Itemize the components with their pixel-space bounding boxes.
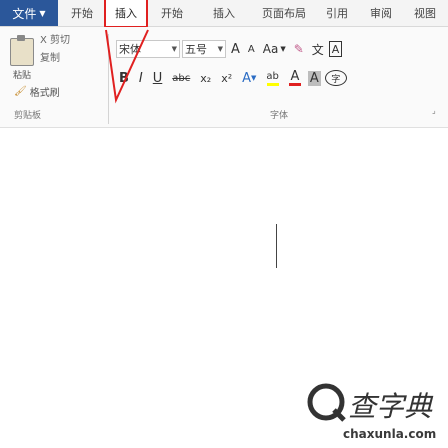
file-menu-button[interactable]: 文件 ▼ (0, 0, 58, 26)
superscript-button[interactable]: x² (218, 72, 235, 85)
format-painter-label: 格式刷 (29, 88, 60, 99)
format-painter-button[interactable]: 🖌 格式刷 (14, 84, 60, 99)
tab-label: 引用 (326, 7, 348, 20)
chevron-down-icon: ▼ (39, 8, 46, 18)
subscript-button[interactable]: x₂ (197, 72, 214, 85)
change-case-button[interactable]: Aa ▼ (260, 42, 289, 56)
tab-label: 视图 (414, 7, 436, 20)
watermark-q-icon: 查字典 (307, 383, 434, 423)
ribbon-tab-bar: 文件 ▼ 开始 插入 开始 插入 页面布局 引用 审阅 视图 (0, 0, 448, 28)
tab-highlighted[interactable]: 插入 (104, 0, 148, 28)
char-shading-button[interactable]: A (307, 70, 321, 86)
text-cursor (276, 224, 277, 268)
chevron-down-icon: ▼ (251, 74, 257, 82)
bold-button[interactable]: B (116, 71, 132, 86)
strikethrough-button[interactable]: abc (169, 73, 193, 84)
text-effects-label: A (242, 70, 252, 86)
tab-start[interactable]: 开始 (150, 0, 194, 26)
font-color-bar (288, 82, 301, 86)
font-group-label: 字体 (270, 111, 289, 121)
grow-font-button[interactable]: A (228, 42, 243, 57)
font-row-2: B I U abc x₂ x² A ▼ ab A A 字 (116, 70, 347, 86)
copy-button[interactable]: 复制 (40, 50, 70, 68)
font-size-value: 五号 (185, 43, 207, 56)
chevron-down-icon: ▼ (217, 45, 223, 53)
tab-label: 插入 (115, 7, 137, 20)
font-color-button[interactable]: A (286, 68, 304, 86)
file-tab-label: 文件 (12, 6, 37, 21)
tab-label: 页面布局 (262, 7, 306, 20)
tab-label: 开始 (71, 7, 93, 20)
chevron-down-icon: ▼ (280, 45, 286, 53)
italic-button[interactable]: I (136, 71, 146, 86)
tab-label: 插入 (213, 7, 235, 20)
tab-page-layout[interactable]: 页面布局 (254, 0, 314, 26)
chevron-down-icon: ▼ (171, 45, 177, 53)
tab-references[interactable]: 引用 (316, 0, 358, 26)
paste-label: 粘贴 (12, 71, 31, 81)
underline-button[interactable]: U (150, 71, 166, 86)
tab-label: 审阅 (370, 7, 392, 20)
font-dialog-launcher[interactable]: ⌟ (432, 106, 436, 115)
clear-format-button[interactable]: ✎ (291, 42, 307, 56)
clipboard-group-label: 剪贴板 (14, 111, 42, 121)
enclose-char-button[interactable]: 字 (324, 70, 347, 86)
tab-label: 开始 (161, 7, 183, 20)
tab-insert[interactable]: 插入 (196, 0, 252, 26)
font-name-select[interactable]: 宋体 ▼ (116, 40, 180, 58)
font-color-label: A (290, 68, 300, 84)
highlight-color-bar (266, 82, 279, 86)
tab-view[interactable]: 视图 (404, 0, 446, 26)
tab-start-left[interactable]: 开始 (62, 0, 102, 26)
paste-button[interactable]: 粘贴 (2, 35, 42, 88)
change-case-label: Aa (262, 42, 279, 56)
text-effects-button[interactable]: A ▼ (239, 71, 259, 86)
font-row-1: 宋体 ▼ 五号 ▼ A A Aa ▼ ✎ 文 A (116, 40, 343, 58)
char-border-button[interactable]: A (328, 41, 343, 57)
watermark-logo: 查字典 (306, 378, 446, 432)
paintbrush-icon: 🖌 (14, 86, 27, 97)
highlight-color-button[interactable]: ab (263, 71, 281, 86)
group-divider (108, 34, 109, 124)
cut-button[interactable]: X 剪切 (40, 32, 70, 50)
font-size-select[interactable]: 五号 ▼ (182, 40, 226, 58)
watermark-domain: chaxunla.com (343, 427, 437, 441)
font-name-value: 宋体 (119, 43, 141, 56)
tab-review[interactable]: 审阅 (360, 0, 402, 26)
clipboard-small-tools: X 剪切 复制 (40, 32, 70, 68)
shrink-font-button[interactable]: A (245, 44, 258, 55)
watermark-chars: 查字典 (348, 390, 434, 423)
phonetic-guide-button[interactable]: 文 (309, 41, 327, 58)
clipboard-icon (10, 35, 34, 66)
highlighter-icon: ab (266, 70, 279, 82)
